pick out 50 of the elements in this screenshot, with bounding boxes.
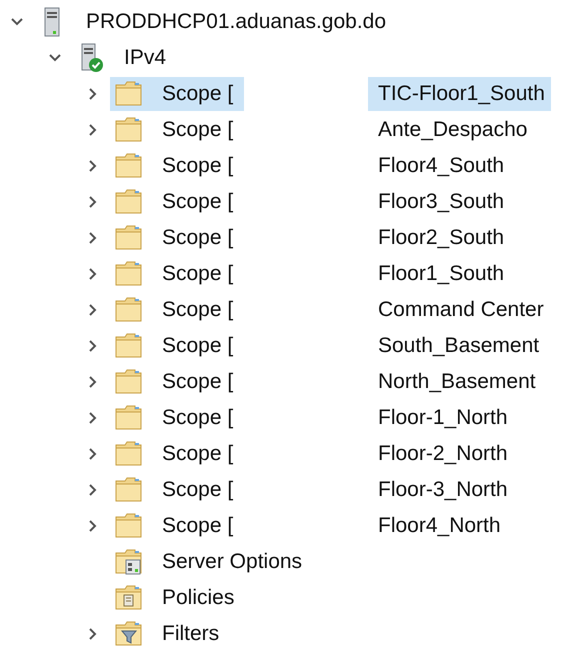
item-label: Scope [ [161,298,234,322]
scope-name: Floor2_South [377,225,506,251]
tree-item[interactable]: Scope [ [110,473,244,507]
item-label: Scope [ [161,190,234,214]
scope-name: TIC-Floor1_South [368,77,551,111]
tree-item[interactable]: Filters [110,617,224,649]
item-label: Scope [ [161,478,234,502]
scope-name: Floor-2_North [377,441,509,467]
scope-name: Command Center [377,297,545,323]
item-label: Scope [ [161,514,234,538]
tree-item[interactable]: Scope [ [110,365,244,399]
item-label: Scope [ [161,82,234,106]
item-label: Server Options [161,550,304,574]
tree-item[interactable]: Scope [ [110,149,244,183]
tree-item[interactable]: IPv4 [72,41,170,75]
folder-options-icon [114,547,144,577]
item-label: Scope [ [161,226,234,250]
item-label: Scope [ [161,262,234,286]
scope-name: North_Basement [377,369,537,395]
scope-name: Floor-3_North [377,477,509,503]
scope-name: Floor1_South [377,261,506,287]
scope-name: Floor3_South [377,189,506,215]
item-label: Scope [ [161,370,234,394]
tree-item[interactable]: Scope [ [110,437,244,471]
scope-name: Floor-1_North [377,405,509,431]
item-label: Scope [ [161,442,234,466]
scope-name: Ante_Despacho [377,117,528,143]
tree-item[interactable]: Scope [ [110,77,244,111]
tree-item[interactable]: Policies [110,581,238,615]
tree-item[interactable]: Scope [ [110,293,244,327]
tree-item[interactable]: Scope [ [110,329,244,363]
tree-item[interactable]: Scope [ [110,113,244,147]
tree-item[interactable]: Scope [ [110,257,244,291]
item-label: Scope [ [161,334,234,358]
item-label: PRODDHCP01.aduanas.gob.do [85,10,388,34]
tree-item[interactable]: Scope [ [110,509,244,543]
item-label: Scope [ [161,406,234,430]
tree-item[interactable]: PRODDHCP01.aduanas.gob.do [34,5,390,39]
item-label: Filters [161,622,220,646]
scope-name: Floor4_South [377,153,506,179]
tree-item[interactable]: Scope [ [110,221,244,255]
item-label: IPv4 [123,46,168,70]
scope-name: Floor4_North [377,513,502,539]
item-label: Policies [161,586,236,610]
tree-item[interactable]: Server Options [110,545,306,579]
tree-item[interactable]: Scope [ [110,401,244,435]
scope-name: South_Basement [377,333,540,359]
item-label: Scope [ [161,118,234,142]
tree-item[interactable]: Scope [ [110,185,244,219]
item-label: Scope [ [161,154,234,178]
